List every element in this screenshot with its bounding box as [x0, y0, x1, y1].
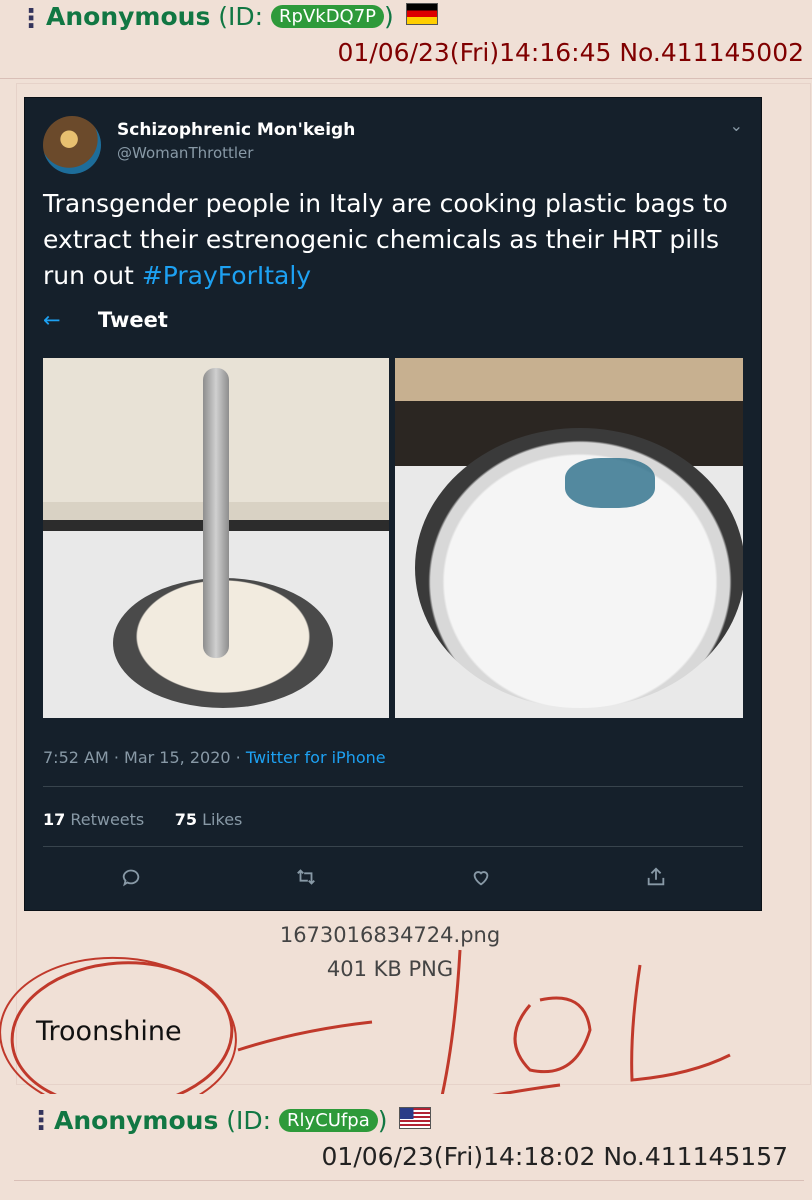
- post-number[interactable]: No.411145157: [603, 1142, 788, 1171]
- photo-pot-rice: [43, 358, 389, 718]
- post-header: ⋮ Anonymous (ID: RpVkDQ7P) 01/06/23(Fri)…: [0, 0, 812, 79]
- usa-flag-icon: [399, 1107, 432, 1129]
- poster-id[interactable]: RpVkDQ7P: [271, 5, 385, 28]
- chevron-down-icon: ⌄: [729, 116, 743, 135]
- tweet-time: 7:52 AM · Mar 15, 2020 ·: [43, 748, 246, 767]
- post-menu-icon[interactable]: ⋮: [18, 6, 44, 32]
- tweet-text: Transgender people in Italy are cooking …: [43, 186, 743, 294]
- tweet-photos: [43, 358, 743, 718]
- poster-line: Anonymous (ID: RpVkDQ7P): [46, 2, 438, 31]
- post-comment: Troonshine: [36, 1016, 182, 1047]
- retweet-count: 17: [43, 810, 66, 829]
- tweet-nav-title: Tweet: [97, 308, 168, 332]
- file-name[interactable]: 1673016834724.png: [0, 923, 796, 947]
- post-menu-icon[interactable]: ⋮: [28, 1108, 54, 1134]
- post-datetime: 01/06/23(Fri)14:18:02: [321, 1142, 596, 1171]
- poster-name: Anonymous: [46, 2, 211, 31]
- poster-name: Anonymous: [54, 1106, 219, 1135]
- bag-shape: [565, 458, 655, 508]
- bottom-strip: [0, 1182, 812, 1200]
- back-arrow-icon: ←: [43, 308, 61, 332]
- share-icon: [645, 866, 667, 894]
- poster-line: Anonymous (ID: RlyCUfpa): [54, 1106, 432, 1135]
- germany-flag-icon: [405, 3, 438, 25]
- tweet-hashtag: #PrayForItaly: [141, 261, 312, 290]
- like-label: Likes: [202, 810, 243, 829]
- file-info: 401 KB PNG: [326, 957, 454, 981]
- tweet-nav: ← Tweet: [43, 308, 168, 332]
- id-suffix: ): [377, 1106, 388, 1135]
- post-number[interactable]: No.411145002: [619, 38, 804, 67]
- post-meta: 01/06/23(Fri)14:18:02 No.411145157: [322, 1142, 788, 1171]
- divider: [43, 786, 743, 787]
- id-prefix: (ID:: [218, 2, 272, 31]
- retweet-icon: [295, 866, 317, 894]
- tweet-display-name: Schizophrenic Mon'keigh: [117, 120, 356, 140]
- tweet-actions: [43, 866, 743, 894]
- photo-pot-bags: [395, 358, 743, 718]
- tweet-handle: @WomanThrottler: [117, 144, 254, 162]
- tweet-timestamp: 7:52 AM · Mar 15, 2020 · Twitter for iPh…: [43, 748, 386, 767]
- spoon-shape: [203, 368, 229, 658]
- post-datetime: 01/06/23(Fri)14:16:45: [337, 38, 612, 67]
- post-meta: 01/06/23(Fri)14:16:45 No.411145002: [338, 38, 804, 67]
- like-count: 75: [174, 810, 198, 829]
- tweet-source: Twitter for iPhone: [245, 748, 386, 767]
- post-header: ⋮ Anonymous (ID: RlyCUfpa) 01/06/23(Fri)…: [14, 1094, 804, 1181]
- tweet-stats: 17 Retweets 75 Likes: [43, 810, 242, 829]
- id-prefix: (ID:: [226, 1106, 280, 1135]
- divider: [43, 846, 743, 847]
- tweet-image[interactable]: Schizophrenic Mon'keigh @WomanThrottler …: [24, 97, 762, 911]
- retweet-label: Retweets: [70, 810, 145, 829]
- id-suffix: ): [384, 2, 394, 31]
- reply-icon: [120, 866, 142, 894]
- avatar: [43, 116, 101, 174]
- poster-id[interactable]: RlyCUfpa: [279, 1109, 378, 1132]
- like-icon: [470, 866, 492, 894]
